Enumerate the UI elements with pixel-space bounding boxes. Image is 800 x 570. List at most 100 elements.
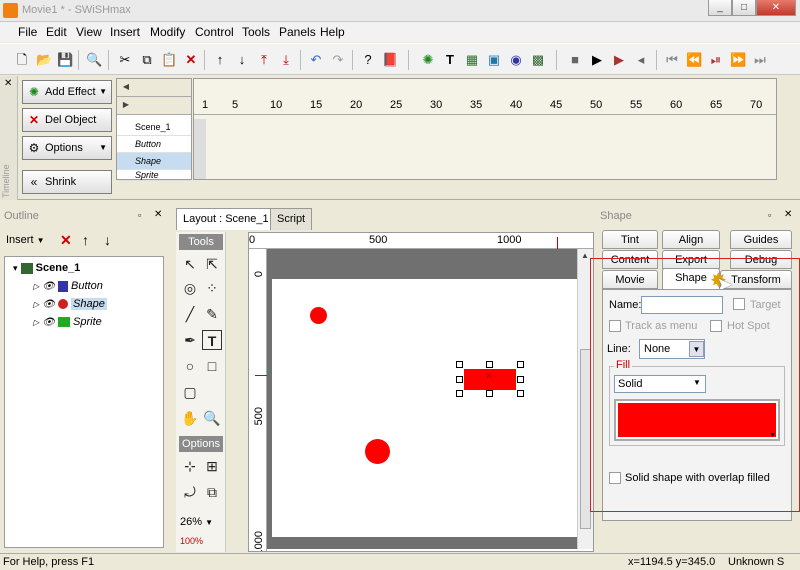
menu-insert[interactable]: Insert xyxy=(110,25,140,39)
move-down-icon[interactable]: ↓ xyxy=(234,52,250,68)
insert-button-icon[interactable]: ◉ xyxy=(508,52,524,68)
outline-close-icon[interactable]: ✕ xyxy=(154,209,162,220)
timeline-row-scene[interactable]: Scene_1 xyxy=(117,119,191,136)
timeline-row-sprite[interactable]: Sprite xyxy=(117,170,191,181)
ellipse-icon[interactable]: ○ xyxy=(180,356,200,376)
move-down-icon[interactable]: ↓ xyxy=(104,232,111,248)
insert-scene-icon[interactable]: ✺ xyxy=(420,52,436,68)
menu-view[interactable]: View xyxy=(76,25,102,39)
select-arrow-icon[interactable]: ↖ xyxy=(180,254,200,274)
stage-canvas[interactable]: × xyxy=(272,279,577,537)
selected-rectangle-shape[interactable]: × xyxy=(464,369,516,390)
find-icon[interactable]: 🔍 xyxy=(86,52,102,68)
insert-image-icon[interactable]: ▦ xyxy=(464,52,480,68)
selection-handle[interactable] xyxy=(456,361,463,368)
eye-icon[interactable]: 👁 xyxy=(42,317,55,328)
previous-frame-icon[interactable]: ⏪ xyxy=(686,52,702,68)
insert-dropdown[interactable]: Insert ▼ xyxy=(6,234,45,246)
menu-tools[interactable]: Tools xyxy=(242,25,270,39)
zoom-percent-icon[interactable]: 100% xyxy=(180,536,203,546)
delete-icon[interactable]: ✕ xyxy=(60,232,72,249)
rotate-icon[interactable]: ⤾ xyxy=(180,482,200,502)
copy-icon[interactable]: ⧉ xyxy=(139,52,155,68)
collapse-icon[interactable]: ▾ xyxy=(13,263,18,273)
scroll-right-icon[interactable]: ▶ xyxy=(119,98,133,112)
shape-close-icon[interactable]: ✕ xyxy=(784,209,792,220)
red-circle-shape[interactable] xyxy=(310,307,327,324)
first-frame-icon[interactable]: ⏮ xyxy=(664,52,680,68)
expand-icon[interactable]: ▷ xyxy=(33,300,39,309)
selection-handle[interactable] xyxy=(486,361,493,368)
selection-handle[interactable] xyxy=(486,390,493,397)
eye-icon[interactable]: 👁 xyxy=(42,299,55,310)
menu-edit[interactable]: Edit xyxy=(46,25,67,39)
subselect-icon[interactable]: ⇱ xyxy=(202,254,222,274)
red-circle-large-shape[interactable] xyxy=(365,439,390,464)
tab-tint[interactable]: Tint xyxy=(602,230,658,249)
selection-handle[interactable] xyxy=(517,390,524,397)
menu-control[interactable]: Control xyxy=(195,25,234,39)
minimize-button[interactable]: _ xyxy=(708,0,732,16)
timeline-close-icon[interactable]: ✕ xyxy=(4,78,12,89)
insert-content-icon[interactable]: ▣ xyxy=(486,52,502,68)
step-back-icon[interactable]: ◂ xyxy=(633,52,649,68)
pencil-icon[interactable]: ✎ xyxy=(202,304,222,324)
selection-handle[interactable] xyxy=(456,390,463,397)
tree-item-scene[interactable]: ▾ Scene_1 xyxy=(13,259,80,277)
zoom-dropdown[interactable]: 26% ▼ xyxy=(180,516,213,528)
expand-icon[interactable]: ▷ xyxy=(33,282,39,291)
pen-icon[interactable]: ✒ xyxy=(180,330,200,350)
paste-icon[interactable]: 📋 xyxy=(161,52,177,68)
selection-handle[interactable] xyxy=(517,361,524,368)
snap-icon[interactable]: ⊹ xyxy=(180,456,200,476)
insert-text-icon[interactable]: T xyxy=(442,52,458,68)
expand-icon[interactable]: ▷ xyxy=(33,318,39,327)
reshape-icon[interactable]: ⁘ xyxy=(202,278,222,298)
grid-icon[interactable]: ⊞ xyxy=(202,456,222,476)
redo-icon[interactable]: ↷ xyxy=(330,52,346,68)
insert-sprite-icon[interactable]: ▩ xyxy=(530,52,546,68)
zoom-icon[interactable]: 🔍 xyxy=(202,408,222,428)
stop-icon[interactable]: ■ xyxy=(567,52,583,68)
del-object-button[interactable]: ✕ Del Object xyxy=(22,108,112,132)
menu-file[interactable]: File xyxy=(18,25,37,39)
menu-modify[interactable]: Modify xyxy=(150,25,185,39)
options-button[interactable]: ⚙ Options ▼ xyxy=(22,136,112,160)
selection-handle[interactable] xyxy=(517,376,524,383)
move-up-icon[interactable]: ↑ xyxy=(212,52,228,68)
rectangle-icon[interactable]: □ xyxy=(202,356,222,376)
bring-to-front-icon[interactable]: ⤒ xyxy=(256,52,272,68)
move-up-icon[interactable]: ↑ xyxy=(82,232,89,248)
motion-path-icon[interactable]: ◎ xyxy=(180,278,200,298)
hand-icon[interactable]: ✋ xyxy=(180,408,200,428)
pin-icon[interactable]: ▫ xyxy=(138,210,141,220)
maximize-button[interactable]: □ xyxy=(732,0,756,16)
send-to-back-icon[interactable]: ⤓ xyxy=(278,52,294,68)
shrink-button[interactable]: « Shrink xyxy=(22,170,112,194)
transform-icon[interactable]: ⧉ xyxy=(202,482,222,502)
tree-item-shape[interactable]: ▷ 👁 Shape xyxy=(33,295,107,313)
play-frame-icon[interactable]: ⏯ xyxy=(708,52,724,68)
text-tool-icon[interactable]: T xyxy=(202,330,222,350)
tab-script[interactable]: Script xyxy=(270,208,313,230)
eye-icon[interactable]: 👁 xyxy=(42,281,55,292)
selection-handle[interactable] xyxy=(456,376,463,383)
tab-guides[interactable]: Guides xyxy=(730,230,792,249)
tab-layout[interactable]: Layout : Scene_1 xyxy=(176,208,276,230)
last-frame-icon[interactable]: ⏭ xyxy=(752,52,768,68)
new-file-icon[interactable]: 🗋 xyxy=(14,52,30,68)
tab-align[interactable]: Align xyxy=(662,230,720,249)
undo-icon[interactable]: ↶ xyxy=(308,52,324,68)
add-effect-button[interactable]: ✺ Add Effect ▼ xyxy=(22,80,112,104)
autoshape-icon[interactable]: ▢ xyxy=(180,382,200,402)
timeline-scrollbar[interactable] xyxy=(208,179,777,180)
close-button[interactable]: ✕ xyxy=(756,0,796,16)
cut-icon[interactable]: ✂ xyxy=(117,52,133,68)
tree-item-sprite[interactable]: ▷ 👁 Sprite xyxy=(33,313,102,331)
help-pointer-icon[interactable]: ? xyxy=(360,52,376,68)
open-folder-icon[interactable]: 📂 xyxy=(36,52,52,68)
next-frame-icon[interactable]: ⏩ xyxy=(730,52,746,68)
menu-help[interactable]: Help xyxy=(320,25,345,39)
save-icon[interactable]: 💾 xyxy=(57,52,73,68)
line-icon[interactable]: ╱ xyxy=(180,304,200,324)
